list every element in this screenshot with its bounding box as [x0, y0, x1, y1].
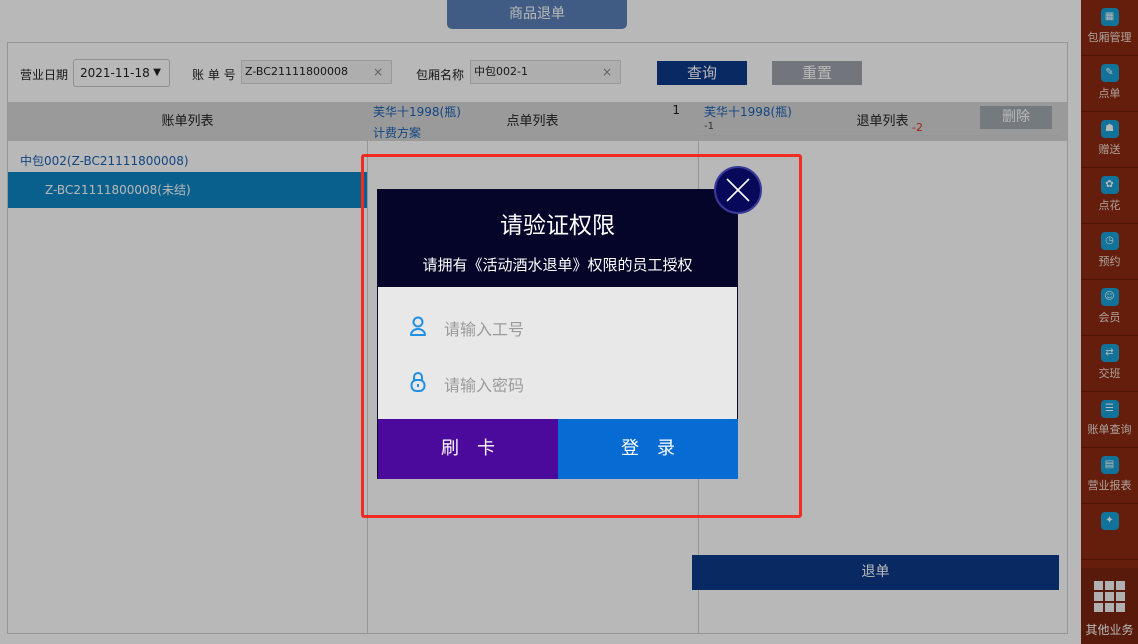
password-field[interactable]: 请输入密码 [378, 354, 737, 410]
swipe-card-button[interactable]: 刷卡 [378, 419, 558, 479]
user-icon [410, 316, 426, 336]
auth-dialog: 请验证权限 请拥有《活动酒水退单》权限的员工授权 请输入工号 请输入密码 刷卡 … [377, 189, 738, 479]
dialog-header: 请验证权限 请拥有《活动酒水退单》权限的员工授权 [378, 190, 737, 287]
dialog-title: 请验证权限 [500, 213, 615, 239]
password-placeholder: 请输入密码 [444, 376, 525, 395]
close-icon [726, 178, 750, 202]
close-button[interactable] [714, 166, 762, 214]
login-button[interactable]: 登录 [558, 419, 738, 479]
dialog-subtitle: 请拥有《活动酒水退单》权限的员工授权 [422, 256, 693, 274]
employee-id-placeholder: 请输入工号 [444, 320, 525, 339]
lock-icon [410, 372, 426, 392]
employee-id-field[interactable]: 请输入工号 [378, 298, 737, 354]
dialog-actions: 刷卡 登录 [378, 419, 738, 479]
